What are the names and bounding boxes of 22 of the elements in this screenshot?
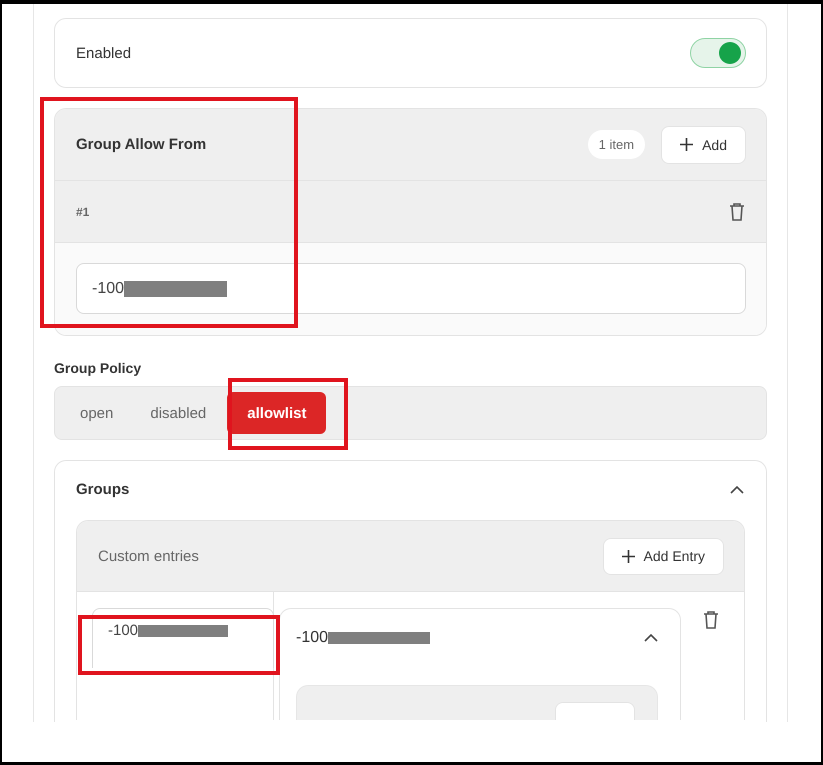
policy-option[interactable]: allowlist	[227, 392, 326, 434]
item-count: 1 item	[588, 130, 646, 159]
enabled-label: Enabled	[76, 44, 132, 62]
policy-option[interactable]: open	[64, 392, 130, 434]
collapse-button[interactable]	[644, 634, 658, 642]
plus-icon	[680, 138, 694, 151]
groups-title: Groups	[76, 481, 130, 498]
item-index: #1	[76, 204, 90, 218]
input-field[interactable]: -100	[76, 263, 746, 314]
collapse-button[interactable]	[730, 486, 744, 494]
group-policy-label: Group Policy	[54, 360, 142, 376]
custom-entries-title: Custom entries	[98, 548, 199, 564]
plus-icon	[622, 550, 635, 562]
delete-button[interactable]	[702, 610, 720, 630]
enabled-toggle[interactable]	[690, 38, 746, 68]
entry-title: -100	[296, 629, 328, 647]
key-field[interactable]: -100	[92, 608, 274, 668]
delete-button[interactable]	[728, 202, 746, 222]
add-button[interactable]: Add	[661, 126, 746, 164]
section-title: Group Allow From	[76, 136, 206, 153]
policy-option[interactable]: disabled	[134, 392, 222, 434]
add-entry-button[interactable]: Add Entry	[602, 538, 724, 574]
